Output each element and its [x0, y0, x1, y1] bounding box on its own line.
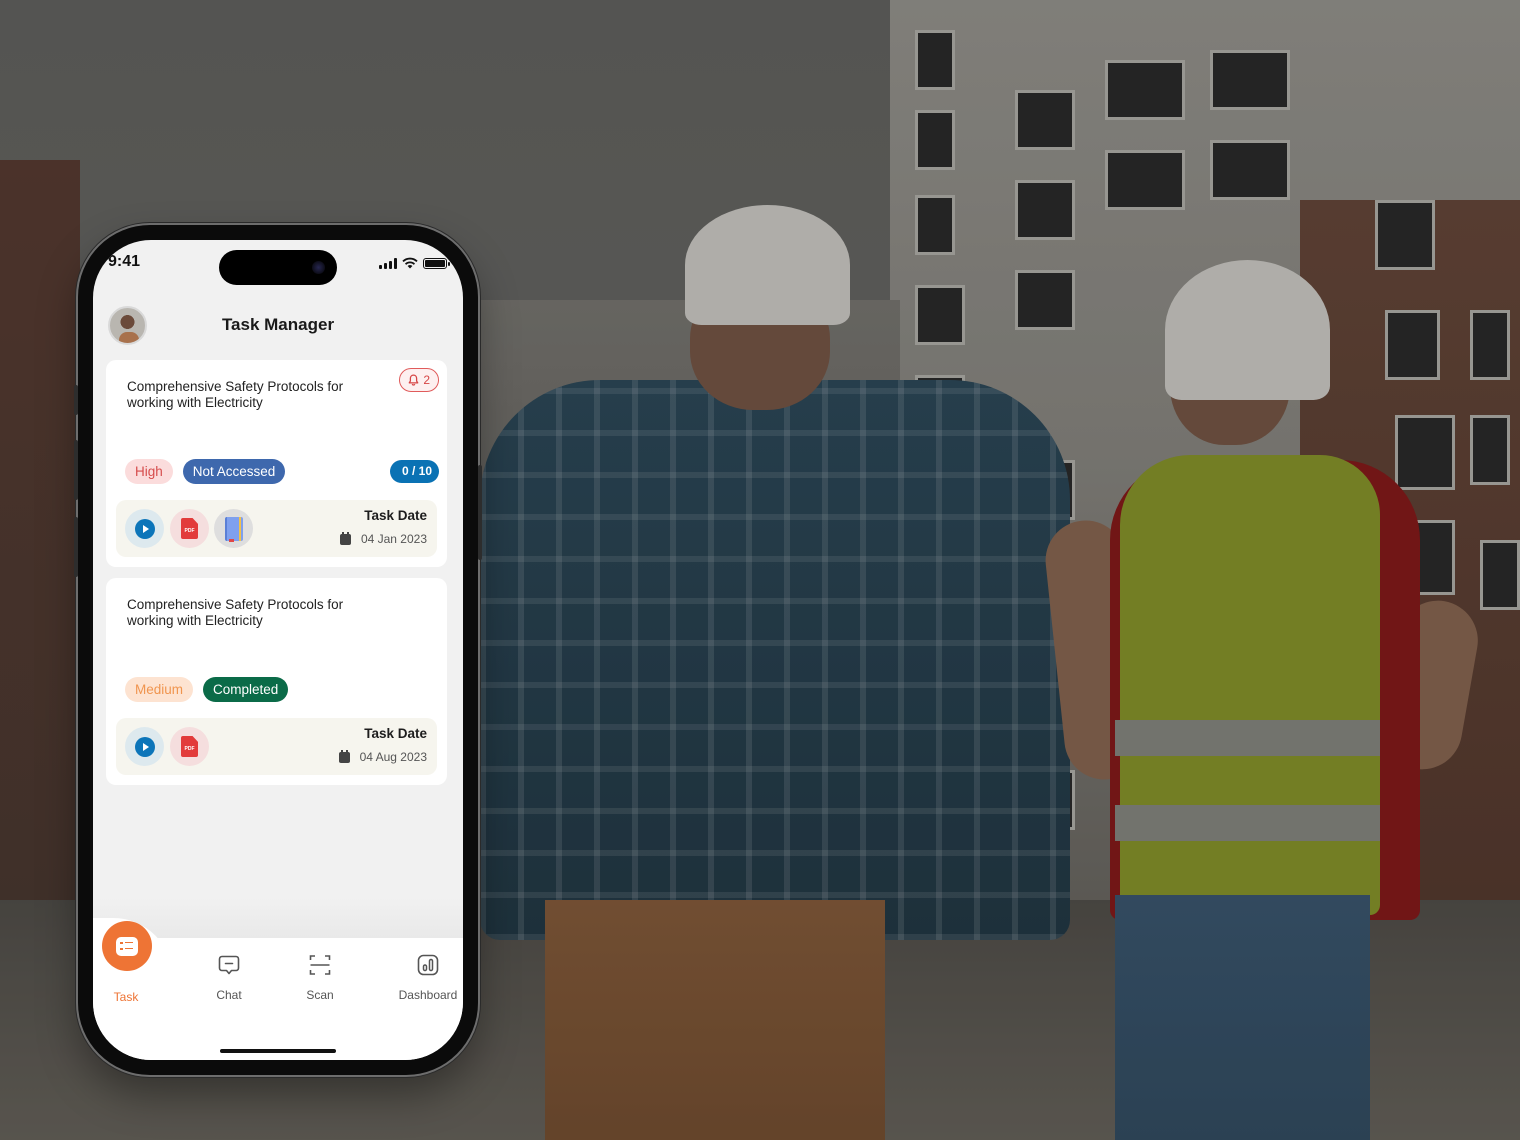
- status-badge: Not Accessed: [182, 459, 286, 484]
- task-meta: PDF Task Date 04 Aug 2023: [116, 718, 437, 775]
- pdf-attachment[interactable]: PDF: [170, 509, 209, 548]
- alert-badge[interactable]: 2: [399, 368, 439, 392]
- status-icons: [379, 257, 450, 269]
- phone-mockup: 9:41 Task Manager Comprehensive Safety P…: [74, 225, 482, 1075]
- chat-bubble-icon: [218, 955, 240, 975]
- volume-down-button: [74, 517, 78, 577]
- task-card[interactable]: Comprehensive Safety Protocols for worki…: [106, 578, 447, 785]
- cellular-signal-icon: [379, 257, 397, 269]
- task-date: 04 Aug 2023: [359, 750, 427, 764]
- task-date-row: 04 Jan 2023: [339, 531, 427, 546]
- task-title: Comprehensive Safety Protocols for worki…: [127, 597, 344, 628]
- nav-label: Scan: [306, 988, 334, 1002]
- power-button: [478, 465, 482, 560]
- page-title: Task Manager: [221, 315, 335, 334]
- nav-item-scan[interactable]: Scan: [275, 951, 365, 1002]
- bottom-nav: Task Chat Scan Dashboard: [93, 918, 463, 1060]
- status-bar: 9:41: [93, 240, 463, 290]
- nav-label: Dashboard: [398, 988, 458, 1002]
- priority-badge: Medium: [125, 677, 194, 702]
- dynamic-island: [219, 250, 337, 285]
- nav-item-task[interactable]: Task: [93, 990, 171, 1004]
- play-icon: [134, 518, 155, 539]
- task-title: Comprehensive Safety Protocols for worki…: [127, 379, 344, 410]
- pdf-attachment[interactable]: PDF: [170, 727, 209, 766]
- status-badge: Completed: [203, 677, 289, 702]
- app-header: Task Manager: [93, 290, 463, 350]
- task-date-label: Task Date: [364, 726, 427, 741]
- nav-label: Chat: [216, 988, 242, 1002]
- nav-item-chat[interactable]: Chat: [184, 951, 274, 1002]
- task-date: 04 Jan 2023: [360, 532, 427, 546]
- task-meta: PDF Task Date 04 Jan 2023: [116, 500, 437, 557]
- video-attachment[interactable]: [125, 509, 164, 548]
- pdf-icon: PDF: [181, 518, 198, 539]
- checklist-icon: [116, 936, 138, 956]
- play-icon: [134, 736, 155, 757]
- pdf-icon: PDF: [181, 736, 198, 757]
- bar-chart-icon: [417, 954, 439, 976]
- home-indicator[interactable]: [220, 1049, 336, 1053]
- bell-icon: [408, 374, 419, 386]
- nav-label: Task: [113, 990, 139, 1004]
- priority-badge: High: [125, 459, 173, 484]
- nav-item-dashboard[interactable]: Dashboard: [383, 951, 463, 1002]
- calendar-icon: [339, 531, 351, 545]
- task-card[interactable]: Comprehensive Safety Protocols for worki…: [106, 360, 447, 567]
- task-tags: Medium Completed: [125, 677, 289, 702]
- wifi-icon: [402, 257, 418, 269]
- book-icon: [224, 516, 243, 542]
- phone-screen: 9:41 Task Manager Comprehensive Safety P…: [93, 240, 463, 1060]
- status-time: 9:41: [108, 253, 141, 270]
- task-tags: High Not Accessed: [125, 459, 286, 484]
- action-button: [74, 385, 78, 415]
- calendar-icon: [338, 749, 350, 763]
- front-camera: [312, 261, 325, 274]
- task-date-row: 04 Aug 2023: [338, 749, 427, 764]
- volume-up-button: [74, 440, 78, 500]
- task-date-label: Task Date: [364, 508, 427, 523]
- progress-badge: 0 / 10: [389, 460, 439, 483]
- video-attachment[interactable]: [125, 727, 164, 766]
- alert-count: 2: [423, 373, 430, 387]
- nav-task-button[interactable]: [102, 921, 152, 971]
- scan-frame-icon: [309, 955, 331, 975]
- document-attachment[interactable]: [214, 509, 253, 548]
- battery-icon: [423, 257, 450, 269]
